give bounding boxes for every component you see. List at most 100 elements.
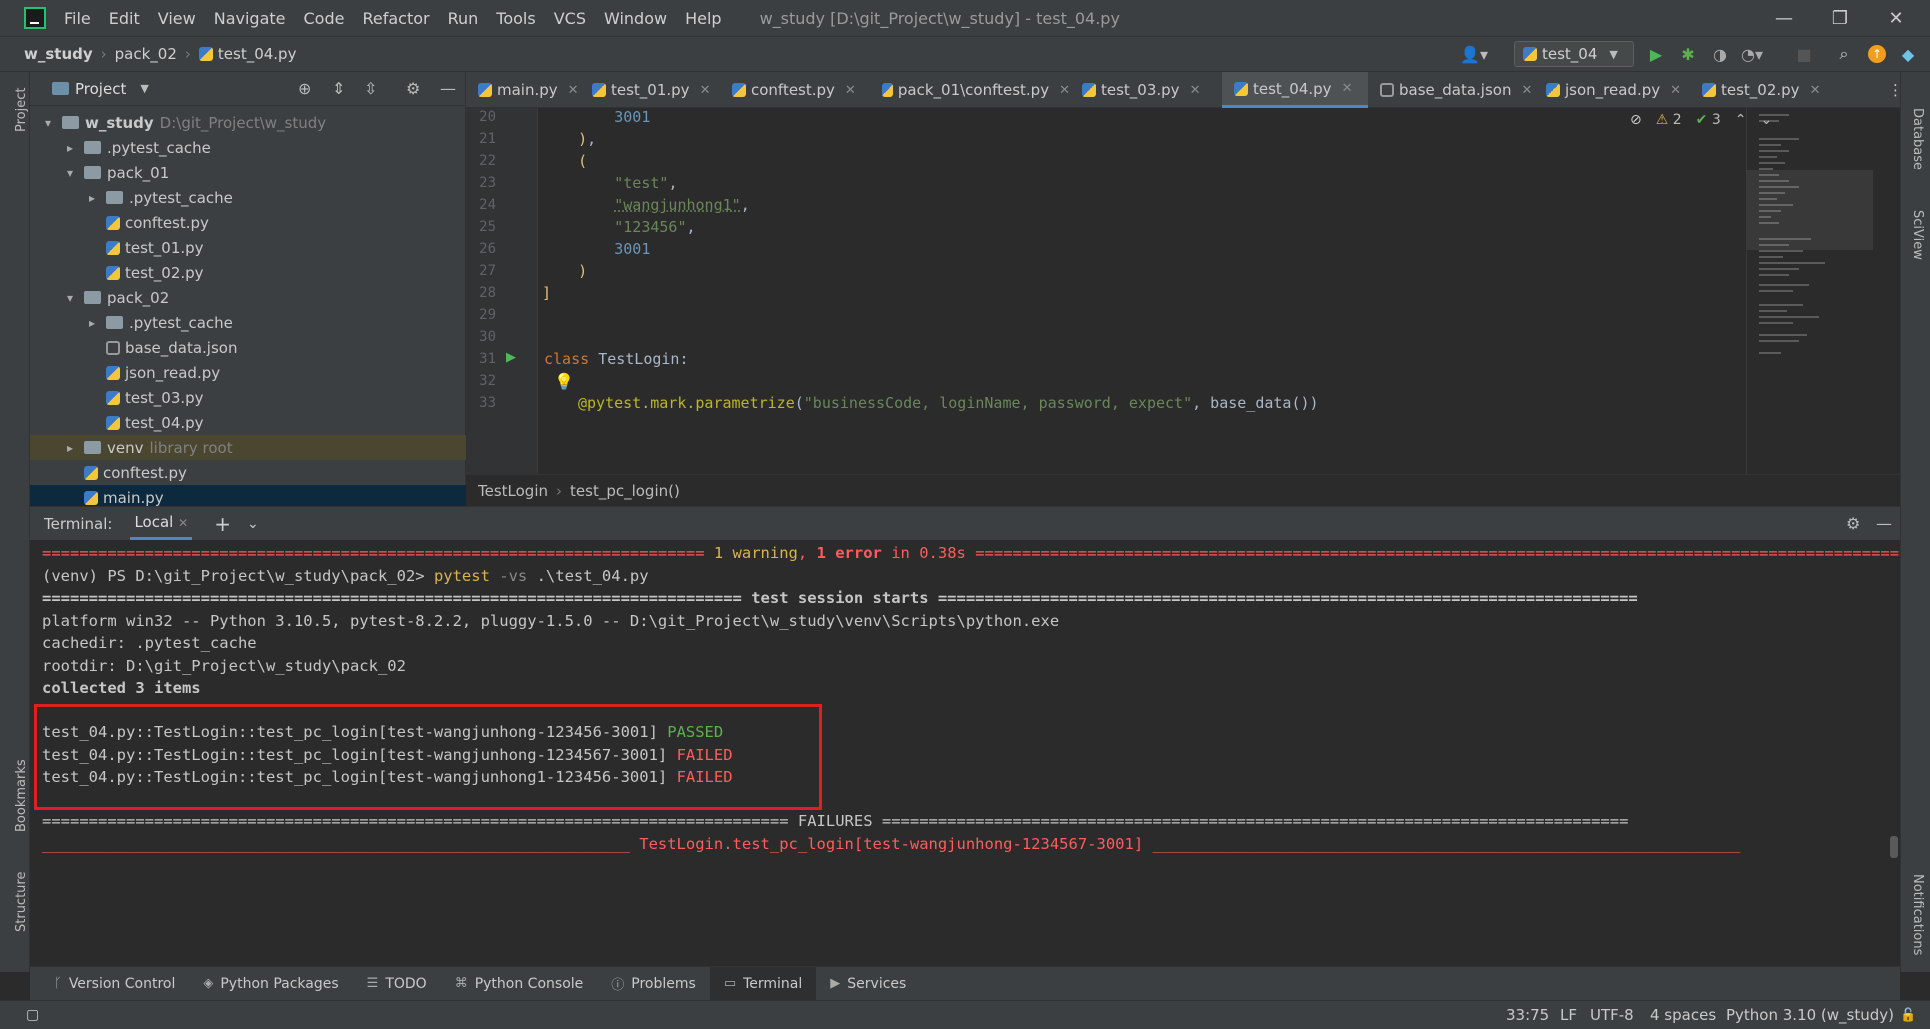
tab-test-04-py[interactable]: test_04.py ✕ xyxy=(1222,72,1368,108)
tree-item[interactable]: ▸ .pytest_cache xyxy=(30,310,466,335)
breadcrumb-file[interactable]: test_04.py xyxy=(218,45,297,63)
previous-highlight-icon[interactable]: ⌃ xyxy=(1735,112,1747,128)
expand-arrow-icon[interactable]: ▾ xyxy=(40,116,56,130)
gear-icon[interactable]: ⚙ xyxy=(406,79,420,98)
locate-icon[interactable]: ⊕ xyxy=(298,79,311,98)
tab-local[interactable]: Local ✕ xyxy=(130,507,193,540)
menu-file[interactable]: File xyxy=(64,9,91,28)
tool-services[interactable]: ▶ Services xyxy=(816,967,920,1001)
tab-base-data-json[interactable]: base_data.json ✕ xyxy=(1368,72,1534,108)
ok-count[interactable]: ✔ 3 xyxy=(1696,112,1721,128)
tool-terminal[interactable]: ▭ Terminal xyxy=(709,966,817,1001)
close-tab-icon[interactable]: ✕ xyxy=(1190,83,1201,98)
maximize-icon[interactable]: ❐ xyxy=(1812,0,1868,36)
close-tab-icon[interactable]: ✕ xyxy=(1810,83,1821,98)
close-tab-icon[interactable]: ✕ xyxy=(1670,83,1681,98)
chevron-down-icon[interactable]: ⌄ xyxy=(247,516,259,532)
sciview-tool-button[interactable]: SciView xyxy=(1910,210,1925,260)
expand-arrow-icon[interactable]: ▸ xyxy=(84,316,100,330)
tree-item[interactable]: test_04.py xyxy=(30,410,466,435)
hide-icon[interactable]: — xyxy=(440,79,456,98)
database-tool-button[interactable]: Database xyxy=(1910,108,1925,170)
tab-test-01-py[interactable]: test_01.py ✕ xyxy=(580,72,720,108)
breadcrumb-folder[interactable]: pack_02 xyxy=(115,45,177,63)
menu-window[interactable]: Window xyxy=(604,9,667,28)
update-icon[interactable]: ↑ xyxy=(1868,45,1886,63)
tree-item[interactable]: ▸ .pytest_cache xyxy=(30,185,466,210)
warning-count[interactable]: ⚠ 2 xyxy=(1656,112,1682,128)
close-tab-icon[interactable]: ✕ xyxy=(845,83,856,98)
lock-icon[interactable]: 🔓 xyxy=(1900,1008,1916,1023)
menu-run[interactable]: Run xyxy=(448,9,479,28)
collapse-all-icon[interactable]: ⇳ xyxy=(364,79,377,98)
run-gutter-icon[interactable]: ▶ xyxy=(506,350,516,365)
gear-icon[interactable]: ⚙ xyxy=(1846,514,1860,533)
run-icon[interactable]: ▶ xyxy=(1646,44,1666,64)
expand-arrow-icon[interactable]: ▸ xyxy=(62,141,78,155)
close-tab-icon[interactable]: ✕ xyxy=(1342,81,1353,96)
expand-all-icon[interactable]: ⇕ xyxy=(332,79,345,98)
tree-item[interactable]: ▾ w_study D:\git_Project\w_study xyxy=(30,110,466,135)
code-editor[interactable]: 20 21 22 23 24 25 26 27 28 29 30 31 32 33 3001 ), ( "… xyxy=(466,108,1900,474)
bookmarks-tool-button[interactable]: Bookmarks xyxy=(14,759,29,832)
breadcrumb-class[interactable]: TestLogin xyxy=(478,482,548,500)
tree-item[interactable]: test_02.py xyxy=(30,260,466,285)
tab-conftest-py[interactable]: conftest.py ✕ xyxy=(720,72,870,108)
coverage-icon[interactable]: ◑ xyxy=(1710,44,1730,64)
tree-item[interactable]: json_read.py xyxy=(30,360,466,385)
inspection-widget[interactable]: ⊘ ⚠ 2 ✔ 3 ⌃ ⌄ xyxy=(1630,112,1772,128)
menu-view[interactable]: View xyxy=(158,9,196,28)
interpreter[interactable]: Python 3.10 (w_study) xyxy=(1726,1006,1894,1024)
close-tab-icon[interactable]: ✕ xyxy=(1521,83,1532,98)
notifications-tool-button[interactable]: Notifications xyxy=(1910,874,1925,955)
menu-tools[interactable]: Tools xyxy=(496,9,535,28)
tab-test-02-py[interactable]: test_02.py ✕ xyxy=(1690,72,1830,108)
tree-item[interactable]: ▾ pack_02 xyxy=(30,285,466,310)
close-icon[interactable]: ✕ xyxy=(1868,0,1924,36)
tool-python-console[interactable]: ⌘ Python Console xyxy=(441,967,598,1001)
tree-item[interactable]: ▸ venv library root xyxy=(30,435,466,460)
hide-eye-icon[interactable]: ⊘ xyxy=(1630,112,1642,128)
more-tabs-icon[interactable]: ⋮ xyxy=(1876,72,1903,108)
tab-main-py[interactable]: main.py ✕ xyxy=(466,72,580,108)
tree-item[interactable]: conftest.py xyxy=(30,460,466,485)
expand-arrow-icon[interactable]: ▸ xyxy=(62,441,78,455)
run-configuration-select[interactable]: test_04 ▼ xyxy=(1514,41,1634,67)
profile-icon[interactable]: ◔▾ xyxy=(1741,44,1763,64)
terminal-scrollbar[interactable] xyxy=(1890,836,1898,858)
menu-vcs[interactable]: VCS xyxy=(554,9,586,28)
close-tab-icon[interactable]: ✕ xyxy=(568,83,579,98)
project-tool-button[interactable]: Project xyxy=(14,88,29,132)
tool-todo[interactable]: ☰ TODO xyxy=(353,967,441,1001)
tool-version-control[interactable]: ᚴ Version Control xyxy=(40,967,189,1001)
stop-icon[interactable]: ■ xyxy=(1794,44,1814,64)
line-separator[interactable]: LF xyxy=(1560,1006,1577,1024)
expand-arrow-icon[interactable]: ▾ xyxy=(62,291,78,305)
debug-icon[interactable]: ✱ xyxy=(1678,44,1698,64)
file-encoding[interactable]: UTF-8 xyxy=(1590,1006,1634,1024)
tree-item[interactable]: ▸ .pytest_cache xyxy=(30,135,466,160)
menu-refactor[interactable]: Refactor xyxy=(362,9,429,28)
lightbulb-icon[interactable]: 💡 xyxy=(554,372,574,391)
menu-navigate[interactable]: Navigate xyxy=(214,9,286,28)
plugin-icon[interactable]: ◆ xyxy=(1898,44,1918,64)
search-icon[interactable]: ⌕ xyxy=(1834,44,1854,64)
tree-item[interactable]: base_data.json xyxy=(30,335,466,360)
tab-json-read-py[interactable]: json_read.py ✕ xyxy=(1534,72,1690,108)
tab-test-03-py[interactable]: test_03.py ✕ xyxy=(1070,72,1206,108)
tool-problems[interactable]: ⓘ Problems xyxy=(597,967,710,1001)
caret-position[interactable]: 33:75 xyxy=(1506,1006,1549,1024)
menu-edit[interactable]: Edit xyxy=(109,9,140,28)
breadcrumb-method[interactable]: test_pc_login() xyxy=(570,482,680,500)
terminal-output[interactable]: ========================================… xyxy=(30,540,1900,966)
close-tab-icon[interactable]: ✕ xyxy=(700,83,711,98)
close-tab-icon[interactable]: ✕ xyxy=(1059,83,1070,98)
menu-code[interactable]: Code xyxy=(304,9,345,28)
expand-arrow-icon[interactable]: ▾ xyxy=(62,166,78,180)
tool-python-packages[interactable]: ◈ Python Packages xyxy=(189,967,352,1001)
minimize-icon[interactable]: — xyxy=(1756,0,1812,36)
tree-item[interactable]: conftest.py xyxy=(30,210,466,235)
tab-pack01-conftest-py[interactable]: pack_01\conftest.py ✕ xyxy=(870,72,1070,108)
tree-item[interactable]: test_01.py xyxy=(30,235,466,260)
hide-icon[interactable]: — xyxy=(1876,514,1892,533)
